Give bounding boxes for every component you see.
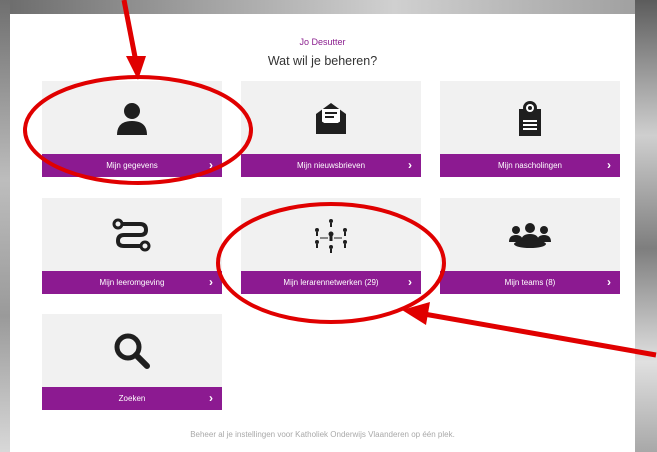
chevron-right-icon: › xyxy=(607,158,611,172)
search-icon xyxy=(42,314,222,387)
background-photo-left xyxy=(0,0,10,452)
tile-label: Mijn teams (8) xyxy=(504,278,556,287)
chevron-right-icon: › xyxy=(408,158,412,172)
tile-mijn-nascholingen[interactable]: Mijn nascholingen › xyxy=(440,81,620,177)
tile-zoeken[interactable]: Zoeken › xyxy=(42,314,222,410)
team-icon xyxy=(440,198,620,271)
tile-bar[interactable]: Mijn leeromgeving › xyxy=(42,271,222,294)
tile-bar[interactable]: Mijn lerarennetwerken (29) › xyxy=(241,271,421,294)
tile-mijn-gegevens[interactable]: Mijn gegevens › xyxy=(42,81,222,177)
chevron-right-icon: › xyxy=(607,275,611,289)
tile-bar[interactable]: Mijn nieuwsbrieven › xyxy=(241,154,421,177)
tile-label: Mijn nieuwsbrieven xyxy=(296,161,366,170)
main-panel: Jo Desutter Wat wil je beheren? Mijn geg… xyxy=(10,14,635,452)
footer-text: Beheer al je instellingen voor Katholiek… xyxy=(190,430,455,439)
tile-label: Mijn gegevens xyxy=(106,161,158,170)
certificate-icon xyxy=(440,81,620,154)
page-title: Wat wil je beheren? xyxy=(267,54,378,68)
chevron-right-icon: › xyxy=(209,391,213,405)
chevron-right-icon: › xyxy=(408,275,412,289)
chevron-right-icon: › xyxy=(209,275,213,289)
tile-bar[interactable]: Zoeken › xyxy=(42,387,222,410)
network-icon xyxy=(241,198,421,271)
user-icon xyxy=(42,81,222,154)
tile-mijn-leeromgeving[interactable]: Mijn leeromgeving › xyxy=(42,198,222,294)
tile-mijn-nieuwsbrieven[interactable]: Mijn nieuwsbrieven › xyxy=(241,81,421,177)
chevron-right-icon: › xyxy=(209,158,213,172)
tile-label: Mijn nascholingen xyxy=(497,161,563,170)
tile-mijn-lerarennetwerken[interactable]: Mijn lerarennetwerken (29) › xyxy=(241,198,421,294)
tile-label: Mijn leeromgeving xyxy=(99,278,165,287)
tile-label: Mijn lerarennetwerken (29) xyxy=(283,278,379,287)
user-name: Jo Desutter xyxy=(299,37,346,47)
tile-mijn-teams[interactable]: Mijn teams (8) › xyxy=(440,198,620,294)
background-photo-top xyxy=(0,0,657,14)
background-photo-right xyxy=(635,0,657,452)
route-icon xyxy=(42,198,222,271)
tile-bar[interactable]: Mijn gegevens › xyxy=(42,154,222,177)
tile-bar[interactable]: Mijn nascholingen › xyxy=(440,154,620,177)
tile-label: Zoeken xyxy=(118,394,146,403)
newsletter-envelope-icon xyxy=(241,81,421,154)
tile-bar[interactable]: Mijn teams (8) › xyxy=(440,271,620,294)
